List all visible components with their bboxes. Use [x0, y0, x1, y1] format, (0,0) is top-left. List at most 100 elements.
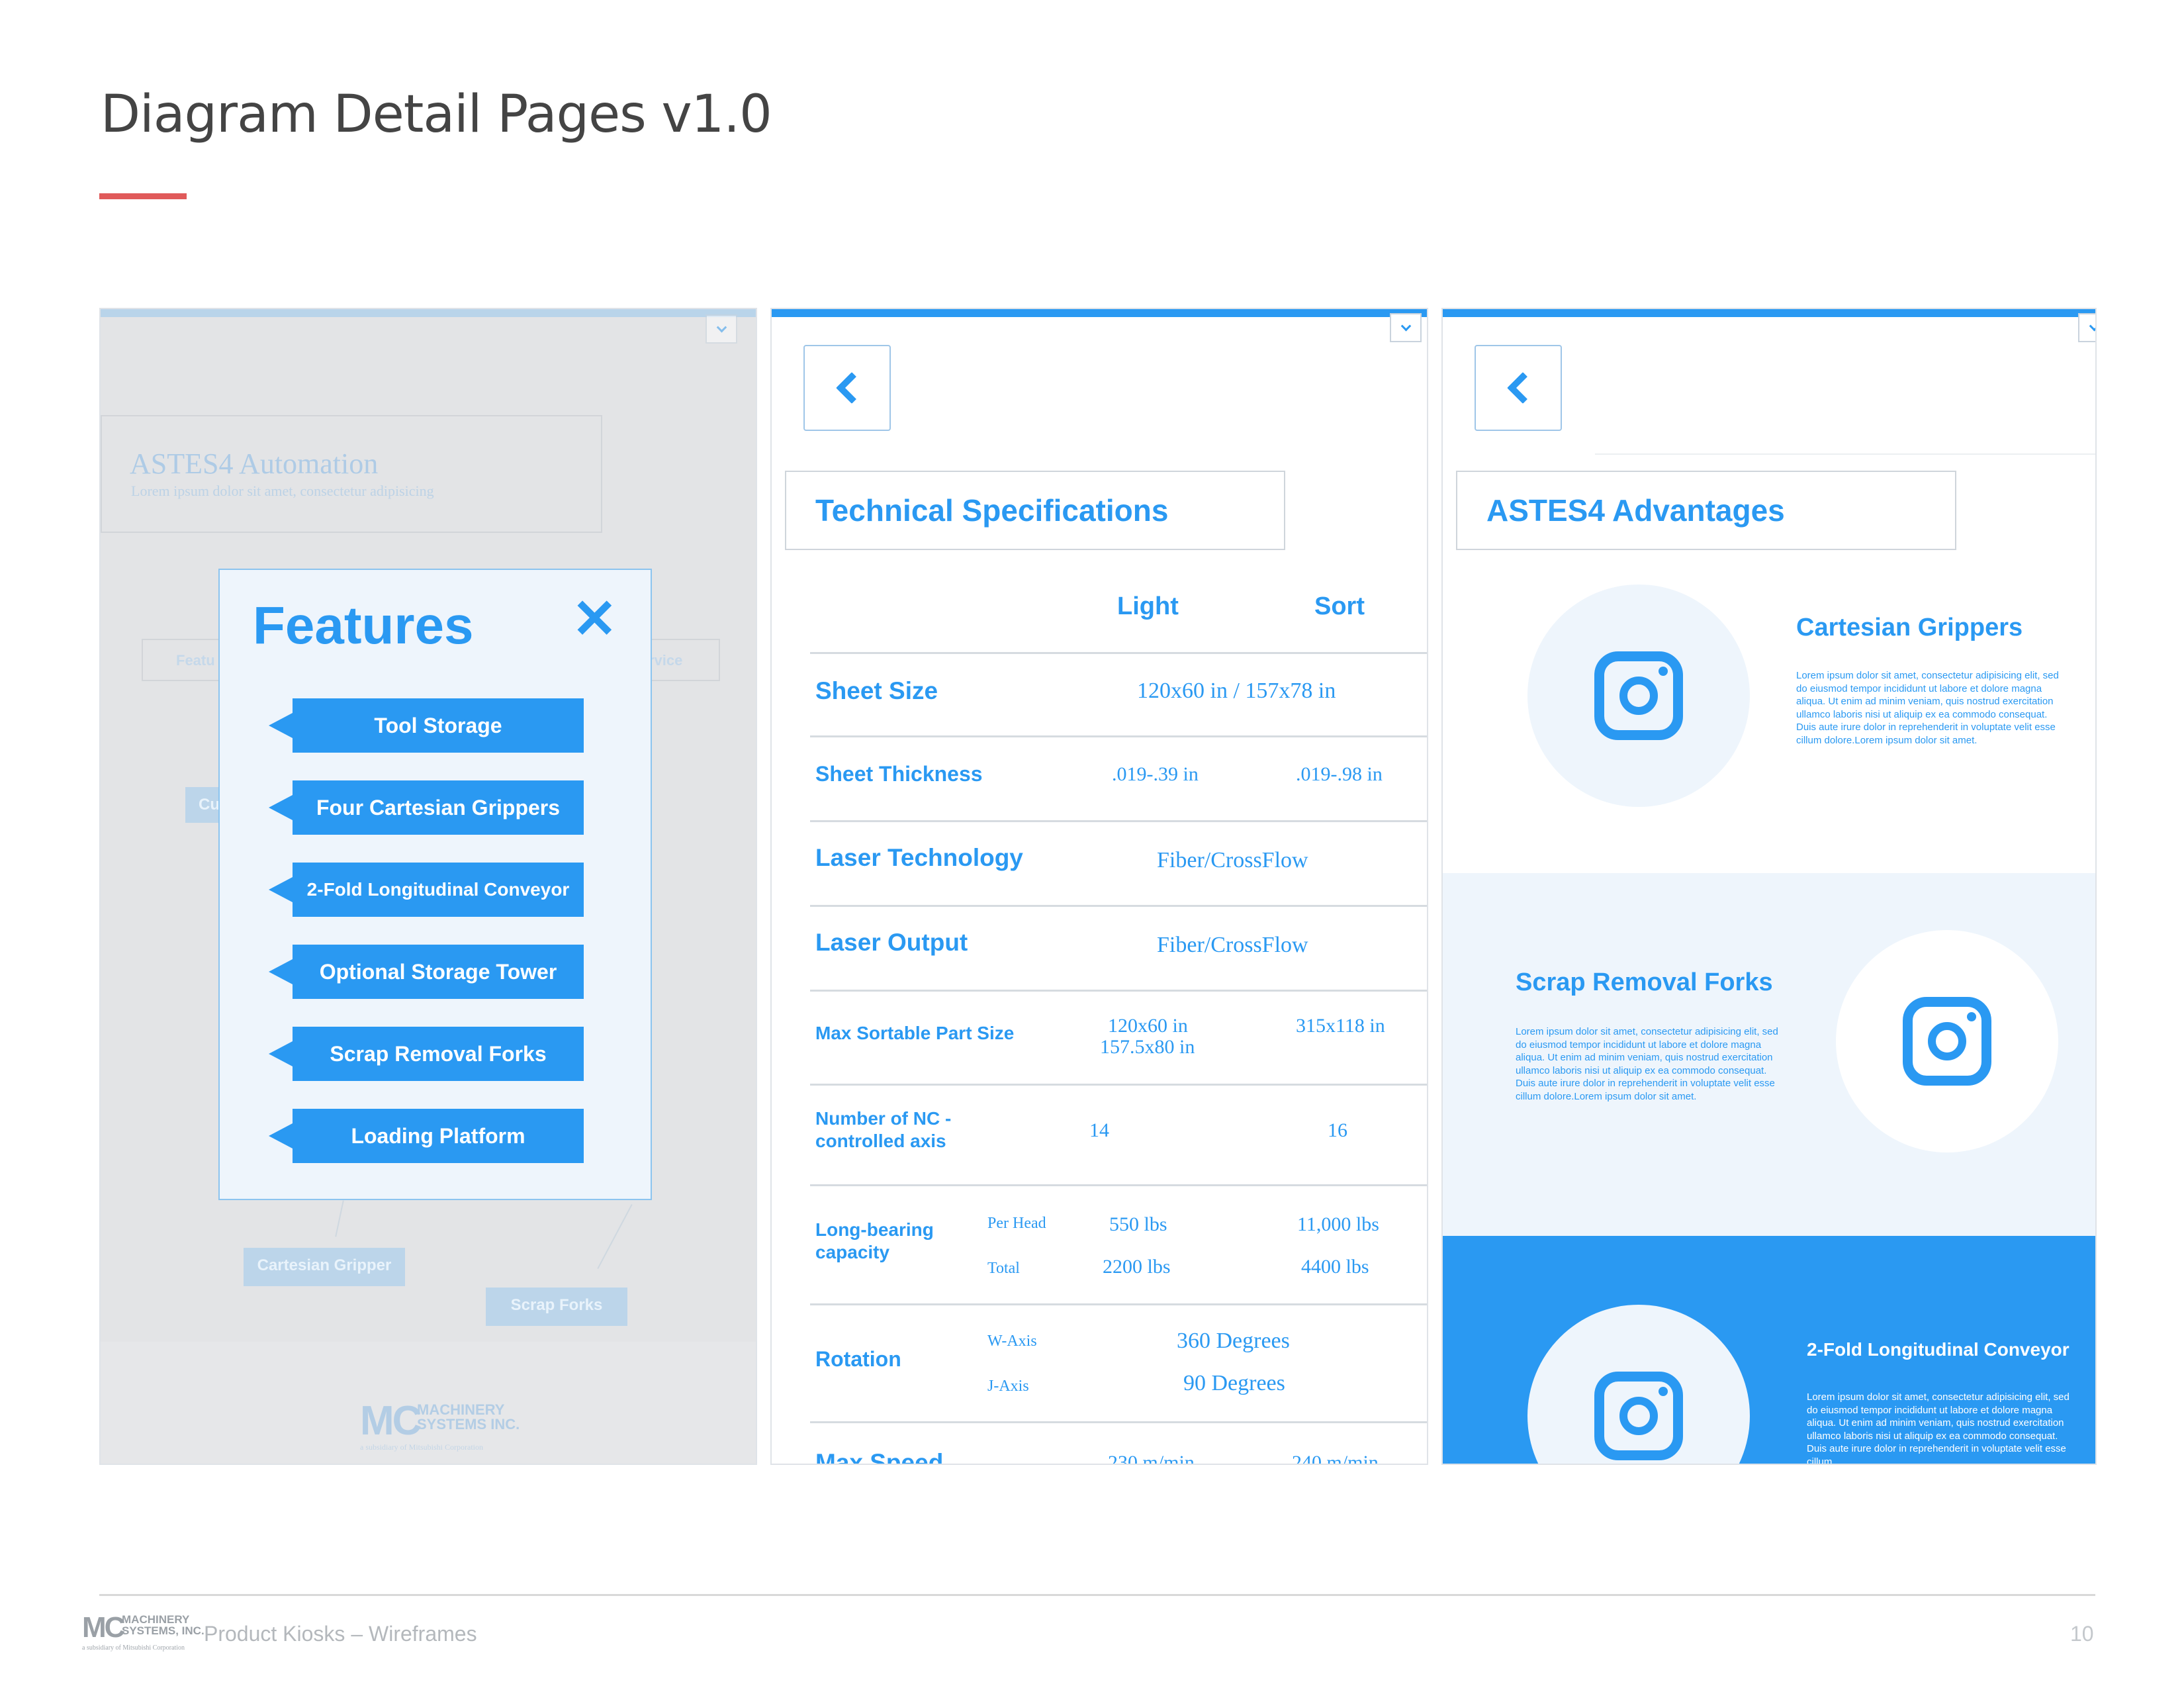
panel-top-bar: [772, 309, 1427, 317]
title-accent-rule: [99, 193, 187, 199]
panel-top-bar: [101, 309, 756, 317]
row-divider: [810, 1421, 1427, 1423]
dropdown-toggle-button[interactable]: [2078, 313, 2095, 342]
row-divider: [810, 1184, 1427, 1186]
tech-specs-panel: Technical Specifications Light Sort Shee…: [770, 308, 1428, 1465]
row-divider: [810, 735, 1427, 737]
header-divider: [1595, 453, 2095, 455]
chevron-down-icon: [716, 322, 727, 332]
row-divider: [810, 990, 1427, 992]
spec-value-per-head-sort: 11,000 lbs: [1297, 1213, 1379, 1235]
instagram-icon: [1903, 997, 1991, 1086]
spec-value-nc-axis-sort: 16: [1328, 1119, 1347, 1141]
advantage-body: Lorem ipsum dolor sit amet, consectetur …: [1516, 1026, 1778, 1102]
spec-value-max-speed-light: 230 m/min: [1108, 1452, 1195, 1465]
panel-footer: MC MACHINERY SYSTEMS INC. a subsidiary of…: [101, 1342, 756, 1464]
chevron-down-icon: [1400, 320, 1411, 331]
footer-logo-mark: MC: [82, 1611, 125, 1644]
spec-value-max-part-sort: 315x118 in: [1296, 1015, 1385, 1037]
mc-logo-name: MACHINERY SYSTEMS INC.: [417, 1401, 520, 1432]
spec-value-max-speed-sort: 240 m/min: [1292, 1452, 1379, 1465]
close-icon[interactable]: ✕: [572, 592, 617, 647]
spec-value-sheet-size: 120x60 in / 157x78 in: [1137, 679, 1336, 703]
section-heading: Technical Specifications: [785, 471, 1285, 550]
instagram-icon: [1594, 1372, 1683, 1460]
spec-value-w-axis: 360 Degrees: [1177, 1329, 1290, 1353]
spec-value-j-axis: 90 Degrees: [1183, 1371, 1285, 1395]
spec-value-nc-axis-light: 14: [1089, 1119, 1109, 1141]
panel-top-bar: [1443, 309, 2095, 317]
spec-label-nc-axis: Number of NC - controlled axis: [815, 1108, 952, 1151]
spec-label-max-speed: Max Speed: [815, 1449, 944, 1465]
advantage-title: 2-Fold Longitudinal Conveyor: [1807, 1339, 2070, 1360]
advantage-row-highlight: Scrap Removal Forks Lorem ipsum dolor si…: [1443, 873, 2095, 1237]
feature-item-loading-platform[interactable]: Loading Platform: [269, 1109, 584, 1163]
dropdown-toggle-button[interactable]: [705, 314, 737, 344]
spec-label-laser-output: Laser Output: [815, 929, 968, 956]
ghost-tag-cartesian-gripper[interactable]: Cartesian Gripper: [244, 1248, 405, 1286]
footer-text: Product Kiosks – Wireframes: [204, 1622, 477, 1646]
ghost-tag-scrap-forks[interactable]: Scrap Forks: [486, 1288, 627, 1326]
spec-label-rotation: Rotation: [815, 1347, 901, 1371]
advantage-title: Cartesian Grippers: [1796, 614, 2023, 641]
spec-value-sheet-thickness-sort: .019-.98 in: [1296, 763, 1383, 785]
footer-divider: [99, 1594, 2095, 1596]
features-modal: Features ✕ Tool Storage Four Cartesian G…: [218, 569, 652, 1200]
column-header-light: Light: [1117, 592, 1179, 620]
feature-item-cartesian-grippers[interactable]: Four Cartesian Grippers: [269, 780, 584, 835]
row-divider: [810, 652, 1427, 654]
back-button[interactable]: [1475, 345, 1562, 431]
spec-sublabel-j-axis: J-Axis: [987, 1378, 1029, 1395]
advantage-row-active: 2-Fold Longitudinal Conveyor Lorem ipsum…: [1443, 1236, 2095, 1465]
advantages-panel: ASTES4 Advantages Cartesian Grippers Lor…: [1441, 308, 2097, 1465]
features-panel: ASTES4 Automation Lorem ipsum dolor sit …: [99, 308, 757, 1465]
spec-label-sheet-thickness: Sheet Thickness: [815, 762, 983, 786]
feature-item-scrap-removal-forks[interactable]: Scrap Removal Forks: [269, 1027, 584, 1081]
feature-item-storage-tower[interactable]: Optional Storage Tower: [269, 945, 584, 999]
feature-item-tool-storage[interactable]: Tool Storage: [269, 698, 584, 753]
spec-sublabel-total: Total: [987, 1260, 1020, 1277]
diagram-title: ASTES4 Automation: [130, 447, 379, 480]
spec-label-max-part-size: Max Sortable Part Size: [815, 1023, 1015, 1043]
diagram-header-card: ASTES4 Automation Lorem ipsum dolor sit …: [101, 415, 602, 533]
instagram-icon: [1594, 651, 1683, 740]
spec-label-long-bearing: Long-bearing capacity: [815, 1219, 934, 1262]
spec-value-total-sort: 4400 lbs: [1301, 1256, 1369, 1278]
spec-value-laser-technology: Fiber/CrossFlow: [1157, 848, 1308, 872]
spec-value-laser-output: Fiber/CrossFlow: [1157, 933, 1308, 957]
advantage-icon-circle: [1527, 1305, 1750, 1464]
footer-logo-name: MACHINERY SYSTEMS, INC.: [122, 1613, 205, 1637]
spec-label-laser-technology: Laser Technology: [815, 844, 1023, 871]
footer-logo-tagline: a subsidiary of Mitsubishi Corporation: [82, 1644, 185, 1652]
spec-value-max-part-light-1: 120x60 in: [1108, 1015, 1188, 1037]
row-divider: [810, 1084, 1427, 1086]
dropdown-toggle-button[interactable]: [1390, 313, 1422, 342]
row-divider: [810, 820, 1427, 822]
connector-line: [335, 1200, 344, 1237]
advantage-body: Lorem ipsum dolor sit amet, consectetur …: [1807, 1391, 2070, 1465]
spec-value-total-light: 2200 lbs: [1103, 1256, 1171, 1278]
spec-value-per-head-light: 550 lbs: [1109, 1213, 1167, 1235]
mc-logo-mark: MC: [360, 1398, 422, 1444]
row-divider: [810, 905, 1427, 907]
spec-sublabel-per-head: Per Head: [987, 1215, 1046, 1232]
page-number: 10: [2070, 1622, 2094, 1646]
advantage-icon-circle: [1527, 585, 1750, 807]
feature-item-longitudinal-conveyor[interactable]: 2-Fold Longitudinal Conveyor: [269, 863, 584, 917]
spec-value-max-part-light-2: 157.5x80 in: [1100, 1036, 1195, 1058]
advantage-title: Scrap Removal Forks: [1516, 968, 1773, 996]
slide-title: Diagram Detail Pages v1.0: [101, 85, 772, 144]
spec-label-sheet-size: Sheet Size: [815, 677, 938, 704]
advantage-icon-circle: [1836, 930, 2058, 1152]
section-heading: ASTES4 Advantages: [1456, 471, 1956, 550]
chevron-left-icon: [1506, 371, 1539, 404]
spec-sublabel-w-axis: W-Axis: [987, 1333, 1037, 1350]
ghost-diagram-tag[interactable]: Cu: [185, 787, 222, 823]
advantage-body: Lorem ipsum dolor sit amet, consectetur …: [1796, 670, 2059, 746]
row-divider: [810, 1303, 1427, 1305]
back-button[interactable]: [803, 345, 891, 431]
chevron-down-icon: [2089, 320, 2095, 331]
chevron-left-icon: [835, 371, 868, 404]
column-header-sort: Sort: [1314, 592, 1365, 620]
ghost-tab-service[interactable]: rvice: [641, 639, 720, 681]
